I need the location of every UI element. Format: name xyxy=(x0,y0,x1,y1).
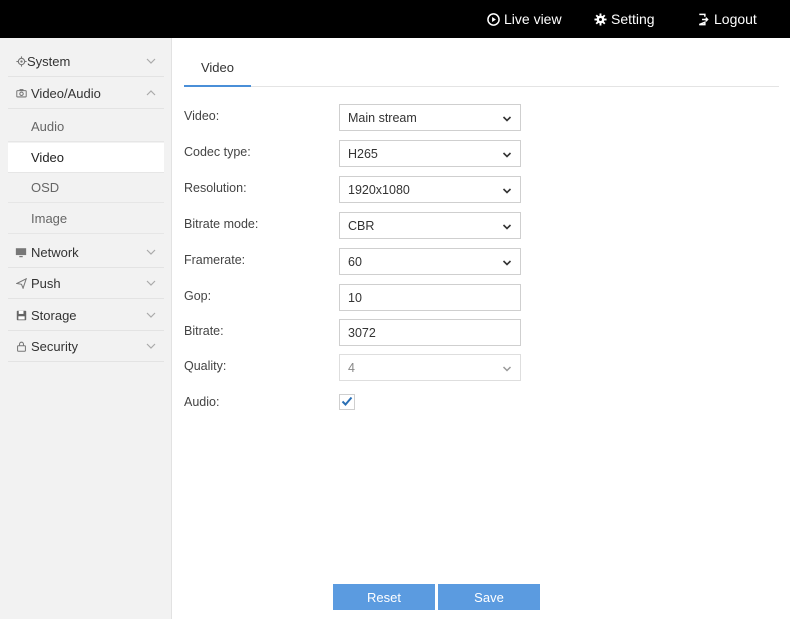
codec-type-label: Codec type: xyxy=(184,145,251,159)
chevron-down-icon xyxy=(145,246,157,258)
bitrate-mode-select[interactable]: CBR xyxy=(339,212,521,239)
audio-label: Audio: xyxy=(184,395,220,409)
sidebar-item-security-label: Security xyxy=(31,338,78,354)
checkmark-icon xyxy=(341,395,353,410)
sidebar-subitem-image[interactable]: Image xyxy=(8,204,164,234)
video-label: Video: xyxy=(184,109,220,123)
nav-live-view[interactable]: Live view xyxy=(486,0,562,38)
send-icon xyxy=(15,277,27,289)
sidebar-subitem-audio[interactable]: Audio xyxy=(8,112,164,142)
nav-logout-label: Logout xyxy=(714,11,757,27)
nav-setting[interactable]: Setting xyxy=(593,0,655,38)
sidebar-item-system-label: System xyxy=(27,53,71,69)
floppy-disk-icon xyxy=(15,309,27,321)
monitor-icon xyxy=(15,246,27,258)
codec-type-select[interactable]: H265 xyxy=(339,140,521,167)
nav-logout[interactable]: Logout xyxy=(696,0,757,38)
chevron-down-icon xyxy=(145,55,157,67)
bitrate-label: Bitrate: xyxy=(184,324,224,338)
bitrate-mode-label: Bitrate mode: xyxy=(184,217,259,231)
resolution-select[interactable]: 1920x1080 xyxy=(339,176,521,203)
chevron-down-icon xyxy=(145,340,157,352)
quality-label: Quality: xyxy=(184,359,227,373)
camera-icon xyxy=(15,87,27,99)
resolution-value: 1920x1080 xyxy=(348,182,410,197)
nav-setting-label: Setting xyxy=(611,11,655,27)
gear-icon xyxy=(593,12,607,26)
framerate-value: 60 xyxy=(348,254,362,269)
chevron-down-icon xyxy=(502,185,512,195)
sidebar-item-push-label: Push xyxy=(31,275,61,291)
sidebar-item-security[interactable]: Security xyxy=(8,331,164,362)
sidebar-subitem-osd[interactable]: OSD xyxy=(8,173,164,203)
lock-icon xyxy=(15,340,27,352)
framerate-select[interactable]: 60 xyxy=(339,248,521,275)
sidebar-item-video-audio-label: Video/Audio xyxy=(31,85,101,101)
chevron-up-icon xyxy=(145,87,157,99)
framerate-label: Framerate: xyxy=(184,253,246,267)
video-stream-value: Main stream xyxy=(348,110,417,125)
sidebar-item-storage-label: Storage xyxy=(31,307,77,323)
logout-icon xyxy=(696,12,710,26)
sidebar-item-video-audio[interactable]: Video/Audio xyxy=(8,78,164,109)
chevron-down-icon xyxy=(502,113,512,123)
chevron-down-icon xyxy=(502,149,512,159)
gop-input[interactable] xyxy=(339,284,521,311)
chevron-down-icon xyxy=(502,221,512,231)
save-button[interactable]: Save xyxy=(438,584,540,610)
audio-checkbox[interactable] xyxy=(339,394,355,410)
sidebar-subitem-video[interactable]: Video xyxy=(8,143,164,173)
sidebar-item-network-label: Network xyxy=(31,244,79,260)
sidebar-item-network[interactable]: Network xyxy=(8,237,164,268)
gop-label: Gop: xyxy=(184,289,212,303)
tab-video[interactable]: Video xyxy=(184,50,251,87)
gear-icon xyxy=(15,55,27,67)
quality-select[interactable]: 4 xyxy=(339,354,521,381)
sidebar-item-push[interactable]: Push xyxy=(8,268,164,299)
video-stream-select[interactable]: Main stream xyxy=(339,104,521,131)
chevron-down-icon xyxy=(145,309,157,321)
chevron-down-icon xyxy=(145,277,157,289)
resolution-label: Resolution: xyxy=(184,181,247,195)
play-circle-icon xyxy=(486,12,500,26)
bitrate-mode-value: CBR xyxy=(348,218,375,233)
top-bar: Live view Setting Logout xyxy=(0,0,790,38)
nav-live-view-label: Live view xyxy=(504,11,562,27)
codec-type-value: H265 xyxy=(348,146,378,161)
quality-value: 4 xyxy=(348,360,355,375)
sidebar-item-storage[interactable]: Storage xyxy=(8,300,164,331)
chevron-down-icon xyxy=(502,257,512,267)
bitrate-input[interactable] xyxy=(339,319,521,346)
reset-button[interactable]: Reset xyxy=(333,584,435,610)
chevron-down-icon xyxy=(502,363,512,373)
tab-bar: Video xyxy=(184,50,779,87)
sidebar-item-system[interactable]: System xyxy=(8,46,164,77)
